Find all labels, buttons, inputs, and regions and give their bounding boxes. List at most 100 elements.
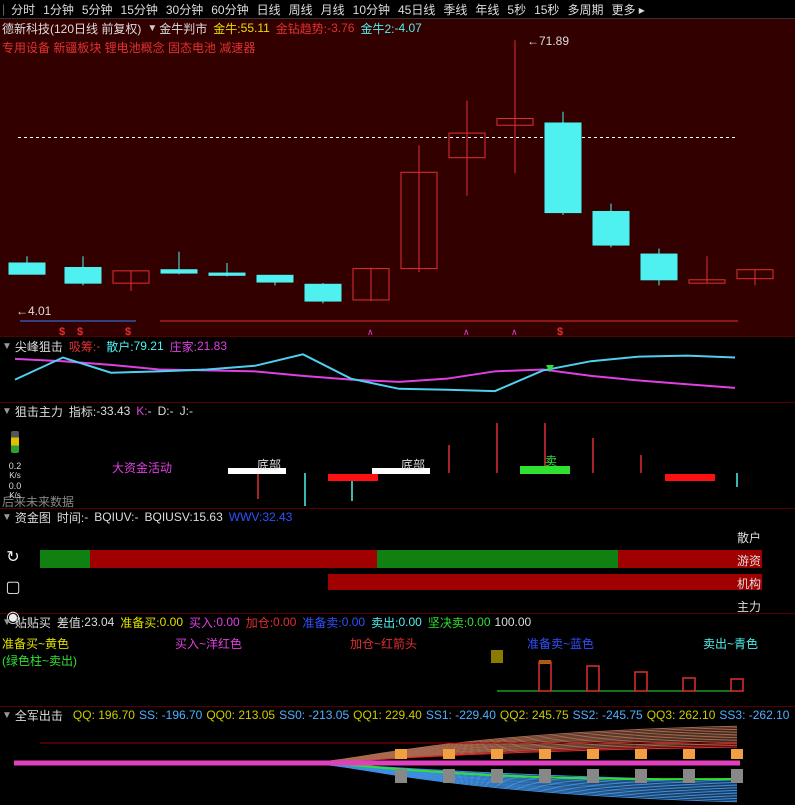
signal-arrow-marker: ∧ — [511, 327, 518, 336]
tietie-chart — [491, 650, 744, 692]
high-mark-label: ←71.89 — [527, 34, 569, 48]
main-kline-panel: 德新科技 (120日线 前复权) ▼ 金牛判市 金牛: 55.11 金钻趋势: … — [0, 19, 795, 337]
juji-panel: ▼ 狙击主力 指标: -33.43 K: - D: - J: - 底部 底部卖 大… — [0, 403, 795, 509]
red-block — [665, 474, 715, 481]
row-jigou-label: 机构 — [736, 577, 761, 591]
quanjun-panel: ▼ 全军出击 QQ: 196.70 SS: -196.70 QQ0: 213.05 S… — [0, 707, 795, 805]
row-youzi-label: 游资 — [736, 554, 761, 568]
add-bar — [586, 665, 600, 692]
orange-column — [443, 749, 455, 759]
wwv-label: WWV: — [228, 510, 263, 524]
bqiuv-value: - — [134, 510, 139, 524]
period-tab-2[interactable]: 5分钟 — [78, 1, 117, 18]
orange-column — [731, 749, 743, 759]
tietie-panel: ▼ 贴贴买 差值: 23.04 准备买: 0.00 买入: 0.00 加仓: 0… — [0, 614, 795, 707]
bqiusv-label: BQIUSV: — [144, 510, 193, 524]
toolbar-separator: | — [2, 2, 6, 16]
signal-dollar-marker: $ — [77, 326, 83, 336]
zijin-header: ▼ 资金图 时间: - BQIUV: - BQIUSV: 15.63 WWV: … — [2, 509, 292, 525]
candle-body — [256, 274, 294, 283]
grey-column — [635, 769, 647, 783]
quanjun-chart — [14, 725, 743, 803]
grey-column — [539, 769, 551, 783]
period-tab-9[interactable]: 10分钟 — [349, 1, 394, 18]
orange-column — [491, 749, 503, 759]
period-tab-0[interactable]: 分时 — [7, 1, 39, 18]
signal-arrow-marker: ∧ — [367, 327, 374, 336]
refresh-icon[interactable]: ↻ — [2, 546, 24, 568]
zijin-row-jigou — [328, 574, 762, 590]
ready-buy-block — [491, 650, 503, 663]
candlestick-chart: ←71.89 ←4.01 $ $ $ $ ∧ ∧ ∧ — [8, 34, 774, 336]
zijin-panel: ▼ 资金图 时间: - BQIUV: - BQIUSV: 15.63 WWV: … — [0, 509, 795, 614]
add-bar — [538, 661, 552, 692]
big-money-activity-label: 大资金活动 — [112, 461, 173, 475]
signal-arrow-marker: ∧ — [463, 327, 470, 336]
grey-column — [395, 769, 407, 783]
sanhu-line — [14, 353, 736, 393]
sell-label: 卖 — [545, 454, 557, 468]
time-label: 时间: — [56, 510, 85, 525]
period-tab-3[interactable]: 15分钟 — [117, 1, 162, 18]
period-tab-4[interactable]: 30分钟 — [162, 1, 207, 18]
period-tab-12[interactable]: 年线 — [471, 1, 503, 18]
orange-column — [635, 749, 647, 759]
time-value: - — [84, 510, 89, 524]
period-tab-15[interactable]: 多周期 — [563, 1, 607, 18]
candle-body — [8, 262, 46, 275]
signal-dollar-marker: $ — [557, 326, 563, 336]
candle-body — [640, 253, 678, 281]
grey-column — [443, 769, 455, 783]
period-tab-5[interactable]: 60分钟 — [207, 1, 252, 18]
bqiusv-value: 15.63 — [192, 510, 223, 524]
candle-body — [544, 122, 582, 214]
orange-column — [683, 749, 695, 759]
orange-column — [539, 749, 551, 759]
add-bar — [730, 678, 744, 692]
period-tab-1[interactable]: 1分钟 — [39, 1, 78, 18]
period-tab-14[interactable]: 15秒 — [530, 1, 563, 18]
grey-column — [683, 769, 695, 783]
period-tab-6[interactable]: 日线 — [253, 1, 285, 18]
jianfeng-panel: ▼ 尖峰狙击 吸筹: - 散户: 79.21 庄家: 21.83 — [0, 338, 795, 403]
red-block — [328, 474, 378, 481]
bottom-label: 底部 — [401, 457, 425, 472]
zijin-title[interactable]: 资金图 — [15, 509, 51, 526]
juji-chart: 底部 底部 卖 — [228, 423, 738, 506]
candle-body — [592, 210, 630, 246]
add-bar — [682, 677, 696, 692]
candle-body — [160, 269, 198, 274]
bar-segment-red — [90, 550, 377, 568]
candle-body — [64, 266, 102, 284]
crop-icon[interactable]: ▢ — [2, 576, 24, 598]
candle-body — [304, 283, 342, 302]
bottom-label: 底部 — [257, 457, 281, 472]
signal-dollar-marker: $ — [59, 326, 65, 336]
orange-column — [395, 749, 407, 759]
bqiuv-label: BQIUV: — [94, 510, 135, 524]
net-speed-unit2: K/s — [9, 491, 21, 500]
zijin-dropdown-icon[interactable]: ▼ — [2, 512, 12, 523]
grey-column — [731, 769, 743, 783]
wwv-value: 32.43 — [262, 510, 293, 524]
candle-body — [208, 272, 246, 276]
signal-bar-icon — [11, 431, 19, 453]
period-tab-10[interactable]: 45日线 — [394, 1, 439, 18]
bar-segment-green — [40, 550, 90, 568]
add-bar — [634, 671, 648, 692]
grey-column — [587, 769, 599, 783]
low-mark-label: ←4.01 — [16, 304, 52, 318]
bar-segment-green — [377, 550, 618, 568]
period-tab-8[interactable]: 月线 — [317, 1, 349, 18]
net-speed-value: 0.2 — [8, 461, 22, 471]
row-sanhu-label: 散户 — [736, 531, 761, 545]
net-speed-value2: 0.0 — [8, 481, 22, 491]
period-tab-7[interactable]: 周线 — [285, 1, 317, 18]
zijin-row-youzi — [40, 550, 762, 568]
period-tab-11[interactable]: 季线 — [439, 1, 471, 18]
period-tab-13[interactable]: 5秒 — [503, 1, 530, 18]
signal-dollar-marker: $ — [125, 326, 131, 336]
period-tab-16[interactable]: 更多 ▸ — [607, 1, 648, 18]
orange-column — [587, 749, 599, 759]
net-speed-widget: 0.2 K/s 0.0 K/s — [4, 431, 26, 500]
